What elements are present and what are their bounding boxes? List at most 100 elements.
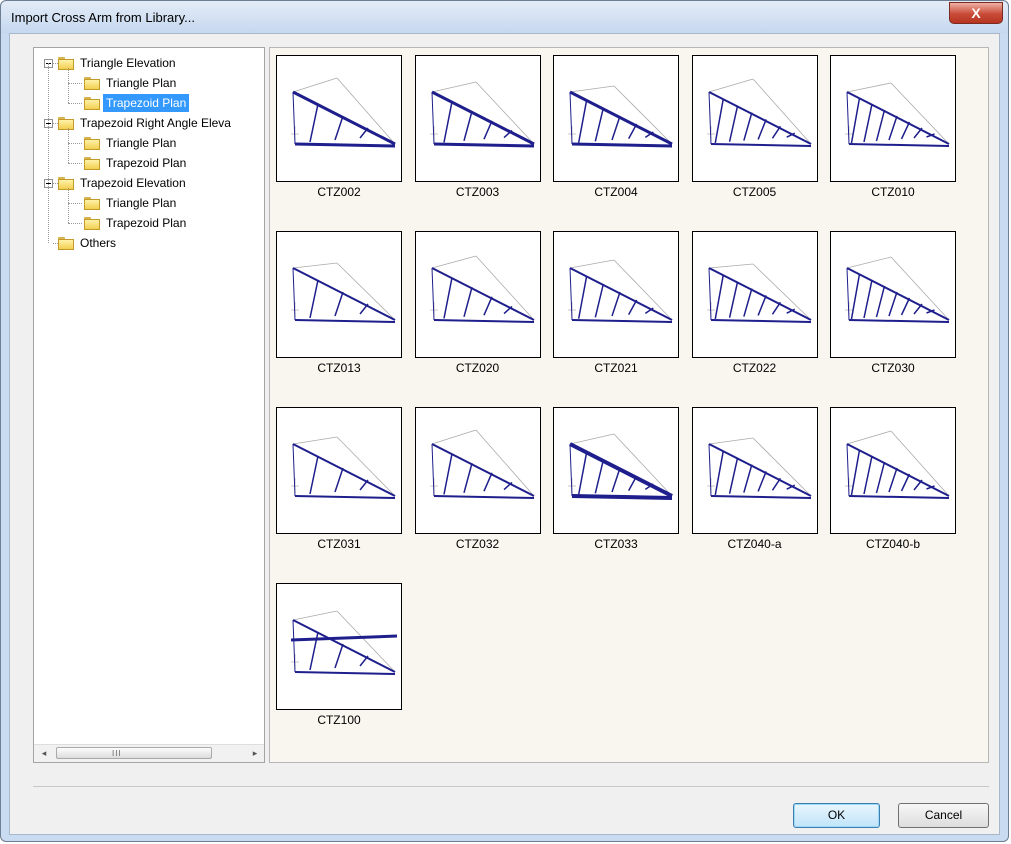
cross-arm-gallery[interactable]: CTZ002 CTZ003 CTZ004 CTZ005 CTZ010 CTZ013 CTZ0… xyxy=(269,47,989,763)
cross-arm-caption: CTZ022 xyxy=(732,361,777,375)
import-cross-arm-dialog: Import Cross Arm from Library... X Trian… xyxy=(0,0,1009,842)
cross-arm-preview xyxy=(830,55,956,182)
dialog-title: Import Cross Arm from Library... xyxy=(11,10,195,25)
folder-icon xyxy=(58,176,74,190)
tree-group-item[interactable]: Others xyxy=(58,233,119,253)
cross-arm-caption: CTZ013 xyxy=(317,361,361,375)
tree-child-item[interactable]: Triangle Plan xyxy=(84,133,179,153)
cross-arm-thumbnail[interactable]: CTZ004 xyxy=(553,55,679,199)
cross-arm-thumbnail[interactable]: CTZ022 xyxy=(691,231,818,375)
tree-group-label: Trapezoid Right Angle Eleva xyxy=(80,116,231,130)
cross-arm-preview xyxy=(553,407,679,534)
tree-child-label: Trapezoid Plan xyxy=(106,216,187,230)
cross-arm-caption: CTZ100 xyxy=(317,713,361,727)
folder-icon xyxy=(84,216,100,230)
folder-icon xyxy=(84,156,100,170)
tree-group-item[interactable]: Triangle Elevation xyxy=(58,53,179,73)
folder-icon xyxy=(84,76,100,90)
tree-connector xyxy=(68,128,69,163)
tree-child-item[interactable]: Triangle Plan xyxy=(84,193,179,213)
cross-arm-caption: CTZ005 xyxy=(732,185,777,199)
scrollbar-grip-icon: III xyxy=(112,749,122,758)
category-tree-panel[interactable]: Triangle Elevation Triangle Plan Trapezoid… xyxy=(33,47,265,763)
cross-arm-preview xyxy=(553,55,679,182)
cross-arm-thumbnail[interactable]: CTZ013 xyxy=(276,231,402,375)
cross-arm-caption: CTZ040-b xyxy=(865,537,921,551)
cross-arm-thumbnail[interactable]: CTZ021 xyxy=(553,231,679,375)
tree-child-item[interactable]: Trapezoid Plan xyxy=(84,93,190,113)
tree-child-label: Triangle Plan xyxy=(106,196,177,210)
cancel-button[interactable]: Cancel xyxy=(898,803,989,828)
dialog-client-area: Triangle Elevation Triangle Plan Trapezoid… xyxy=(9,33,1000,835)
horizontal-scrollbar[interactable]: ◂ III ▸ xyxy=(34,744,264,762)
cross-arm-thumbnail[interactable]: CTZ030 xyxy=(830,231,956,375)
tree-connector xyxy=(68,83,82,84)
tree-connector xyxy=(68,223,82,224)
tree-connector xyxy=(68,163,82,164)
cross-arm-thumbnail[interactable]: CTZ040-a xyxy=(691,407,818,551)
cross-arm-caption: CTZ021 xyxy=(594,361,638,375)
tree-child-label: Triangle Plan xyxy=(106,76,177,90)
tree-group-item[interactable]: Trapezoid Right Angle Eleva xyxy=(58,113,234,133)
cross-arm-caption: CTZ030 xyxy=(871,361,915,375)
cross-arm-thumbnail[interactable]: CTZ005 xyxy=(691,55,818,199)
ok-button[interactable]: OK xyxy=(793,803,880,828)
cross-arm-thumbnail[interactable]: CTZ002 xyxy=(276,55,402,199)
tree-child-label: Trapezoid Plan xyxy=(106,156,187,170)
folder-icon xyxy=(84,136,100,150)
cross-arm-preview xyxy=(276,583,402,710)
cross-arm-preview xyxy=(691,55,818,182)
cross-arm-caption: CTZ040-a xyxy=(727,537,782,551)
tree-connector xyxy=(68,68,69,103)
close-button[interactable]: X xyxy=(949,2,1003,24)
cross-arm-thumbnail[interactable]: CTZ100 xyxy=(276,583,402,727)
title-bar[interactable]: Import Cross Arm from Library... X xyxy=(1,1,1008,33)
button-separator xyxy=(33,786,989,787)
cross-arm-thumbnail[interactable]: CTZ040-b xyxy=(830,407,956,551)
cross-arm-preview xyxy=(691,407,818,534)
cross-arm-caption: CTZ002 xyxy=(317,185,361,199)
tree-group-label: Triangle Elevation xyxy=(80,56,176,70)
cross-arm-thumbnail[interactable]: CTZ010 xyxy=(830,55,956,199)
tree-group-item[interactable]: Trapezoid Elevation xyxy=(58,173,189,193)
scroll-right-icon[interactable]: ▸ xyxy=(251,749,259,758)
cross-arm-caption: CTZ031 xyxy=(317,537,361,551)
cross-arm-caption: CTZ004 xyxy=(594,185,638,199)
tree-connector xyxy=(68,188,69,223)
tree-child-label: Triangle Plan xyxy=(106,136,177,150)
cross-arm-preview xyxy=(276,231,402,358)
tree-child-item[interactable]: Trapezoid Plan xyxy=(84,153,189,173)
scroll-left-icon[interactable]: ◂ xyxy=(40,749,48,758)
cross-arm-preview xyxy=(414,231,541,358)
category-tree[interactable]: Triangle Elevation Triangle Plan Trapezoid… xyxy=(34,48,264,745)
tree-child-item[interactable]: Trapezoid Plan xyxy=(84,213,189,233)
cross-arm-preview xyxy=(830,407,956,534)
tree-group-label: Trapezoid Elevation xyxy=(80,176,186,190)
tree-child-label: Trapezoid Plan xyxy=(103,94,190,112)
cross-arm-caption: CTZ032 xyxy=(455,537,500,551)
cross-arm-thumbnail[interactable]: CTZ033 xyxy=(553,407,679,551)
cross-arm-preview xyxy=(276,55,402,182)
cross-arm-preview xyxy=(414,407,541,534)
cross-arm-preview xyxy=(553,231,679,358)
cross-arm-caption: CTZ020 xyxy=(455,361,500,375)
cross-arm-caption: CTZ010 xyxy=(871,185,915,199)
cross-arm-caption: CTZ003 xyxy=(455,185,500,199)
cross-arm-thumbnail[interactable]: CTZ031 xyxy=(276,407,402,551)
tree-connector xyxy=(48,63,49,243)
cross-arm-preview xyxy=(276,407,402,534)
tree-connector xyxy=(68,143,82,144)
tree-connector xyxy=(68,103,82,104)
cross-arm-preview xyxy=(414,55,541,182)
scrollbar-thumb[interactable]: III xyxy=(56,747,212,759)
folder-icon xyxy=(58,116,74,130)
cross-arm-thumbnail[interactable]: CTZ003 xyxy=(414,55,541,199)
tree-group-label: Others xyxy=(80,236,117,250)
cross-arm-thumbnail[interactable]: CTZ020 xyxy=(414,231,541,375)
cross-arm-preview xyxy=(691,231,818,358)
folder-icon xyxy=(84,196,100,210)
cross-arm-thumbnail[interactable]: CTZ032 xyxy=(414,407,541,551)
tree-child-item[interactable]: Triangle Plan xyxy=(84,73,179,93)
folder-icon xyxy=(84,96,100,110)
folder-icon xyxy=(58,236,74,250)
